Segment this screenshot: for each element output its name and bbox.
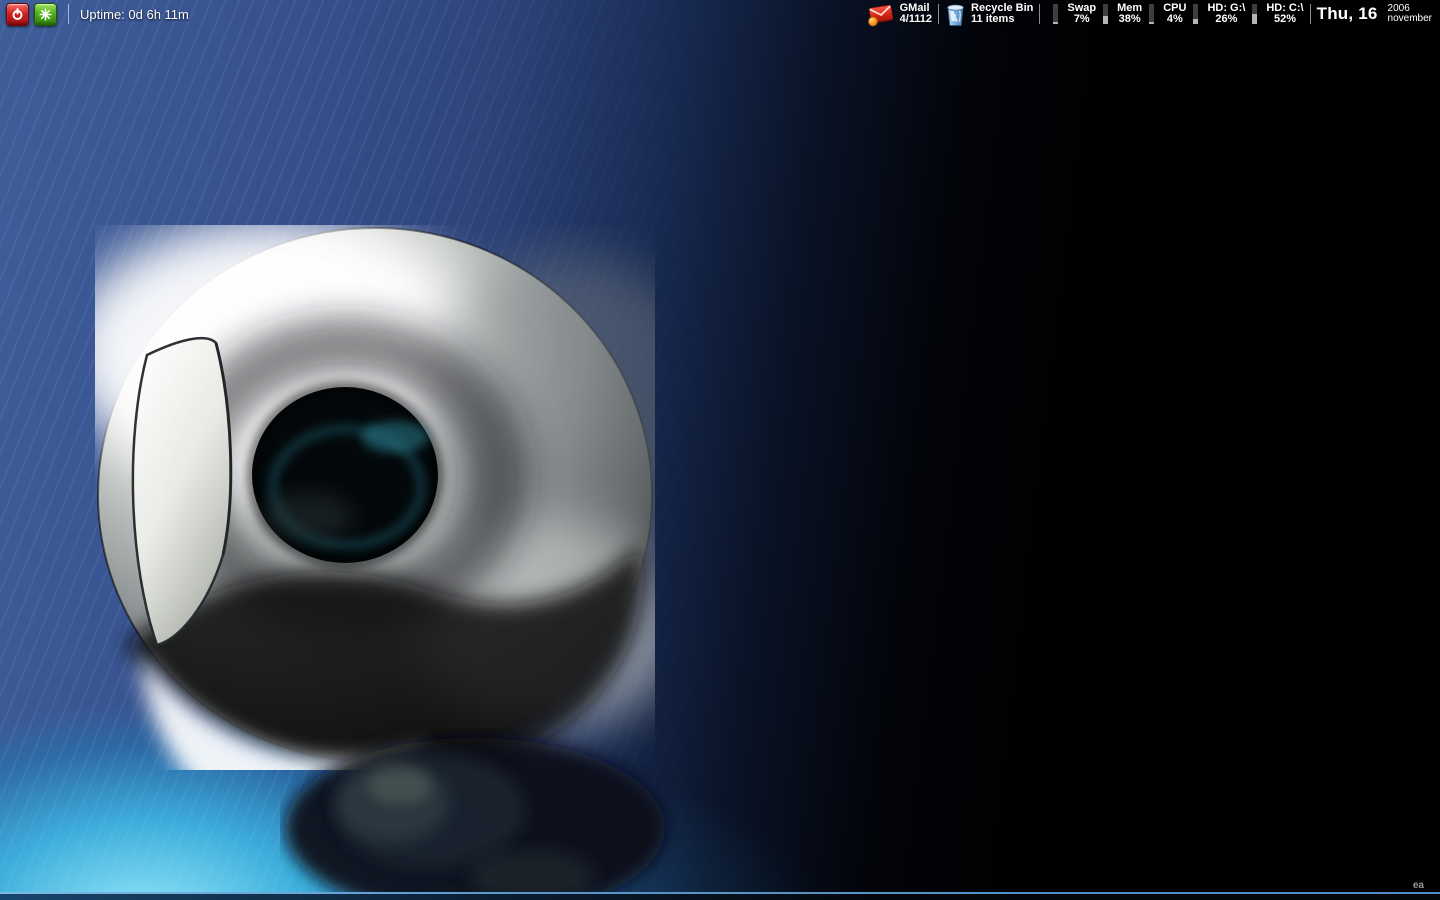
- divider: [1039, 4, 1041, 24]
- date-day: Thu, 16: [1316, 4, 1378, 23]
- cpu-value: 4%: [1166, 13, 1183, 25]
- spark-icon: [39, 7, 52, 21]
- hd-g-meter-bar: [1193, 4, 1199, 24]
- hd-c-value: 52%: [1273, 13, 1296, 25]
- gmail-icon: [867, 4, 893, 26]
- power-button[interactable]: [6, 2, 29, 26]
- desktop-screen: Uptime: 0d 6h 11m GMail 4/1112 Recycle B…: [0, 0, 1440, 900]
- recycle-bin-widget[interactable]: Recycle Bin 11 items: [945, 2, 1033, 27]
- wallpaper-torus-art: [95, 225, 655, 770]
- divider: [1309, 4, 1311, 24]
- bottom-edge-shadow: [0, 894, 1440, 900]
- swap-meter-bar: [1053, 4, 1059, 24]
- hd-g-value: 26%: [1215, 13, 1238, 25]
- divider: [68, 4, 69, 24]
- gmail-widget[interactable]: GMail 4/1112: [867, 2, 932, 27]
- recycle-bin-count: 11 items: [971, 13, 1015, 25]
- hd-g-meter-widget: HD: G:\ 26%: [1186, 3, 1245, 25]
- divider: [938, 4, 940, 24]
- cpu-meter-widget: CPU 4%: [1142, 3, 1186, 25]
- recycle-bin-icon: [947, 4, 964, 26]
- date-month: november: [1387, 13, 1432, 24]
- restart-button[interactable]: [34, 2, 57, 26]
- desktop-top-bar: Uptime: 0d 6h 11m GMail 4/1112 Recycle B…: [0, 0, 1440, 28]
- hd-c-meter-bar: [1252, 4, 1258, 24]
- mem-meter-bar: [1103, 4, 1109, 24]
- swap-meter-widget: Swap 7%: [1046, 3, 1096, 25]
- uptime-label: Uptime: 0d 6h 11m: [80, 6, 189, 22]
- gmail-count: 4/1112: [899, 13, 933, 25]
- mem-value: 38%: [1118, 13, 1141, 25]
- power-icon: [12, 7, 23, 20]
- cpu-meter-bar: [1149, 4, 1155, 24]
- mem-meter-widget: Mem 38%: [1096, 3, 1142, 25]
- swap-value: 7%: [1073, 13, 1090, 25]
- bottom-edge-strip: [0, 892, 1440, 900]
- wallpaper-reflection-art: [285, 738, 665, 900]
- watermark-label: ea: [1412, 880, 1424, 891]
- hd-c-meter-widget: HD: C:\ 52%: [1245, 3, 1304, 25]
- date-widget: Thu, 16 2006 november: [1317, 4, 1432, 24]
